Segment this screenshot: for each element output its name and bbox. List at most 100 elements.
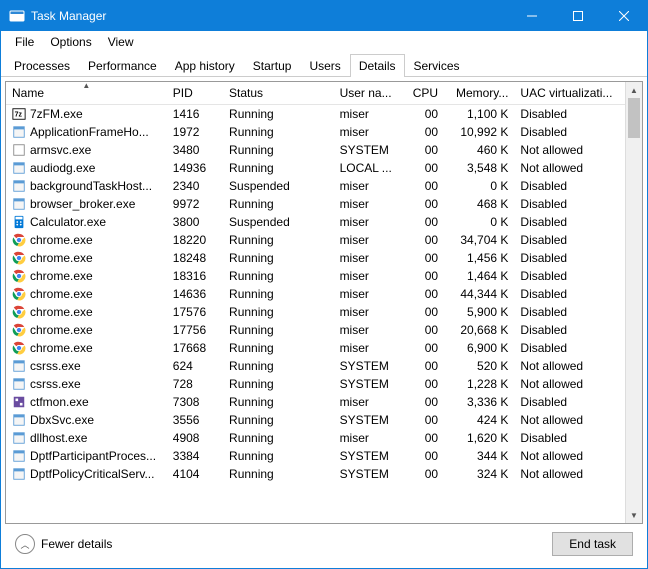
cell: SYSTEM xyxy=(334,357,404,375)
chevron-up-icon: ︿ xyxy=(15,534,35,554)
cell: Not allowed xyxy=(514,357,625,375)
cell: miser xyxy=(334,249,404,267)
end-task-button[interactable]: End task xyxy=(552,532,633,556)
table-row[interactable]: chrome.exe17576Runningmiser005,900 KDisa… xyxy=(6,303,625,321)
fewer-details-button[interactable]: ︿ Fewer details xyxy=(15,534,112,554)
tab-startup[interactable]: Startup xyxy=(244,54,301,77)
cell: 14636 xyxy=(167,285,223,303)
cell: Running xyxy=(223,411,334,429)
scroll-up-icon[interactable]: ▲ xyxy=(626,82,642,98)
column-header[interactable]: Memory... xyxy=(444,82,514,105)
cell: Not allowed xyxy=(514,159,625,177)
table-row[interactable]: 7z7zFM.exe1416Runningmiser001,100 KDisab… xyxy=(6,105,625,124)
table-row[interactable]: browser_broker.exe9972Runningmiser00468 … xyxy=(6,195,625,213)
cell: 44,344 K xyxy=(444,285,514,303)
table-row[interactable]: csrss.exe728RunningSYSTEM001,228 KNot al… xyxy=(6,375,625,393)
cell: Running xyxy=(223,303,334,321)
process-icon xyxy=(12,377,26,391)
cell: Suspended xyxy=(223,177,334,195)
table-row[interactable]: DptfParticipantProces...3384RunningSYSTE… xyxy=(6,447,625,465)
cell: 3800 xyxy=(167,213,223,231)
tab-services[interactable]: Services xyxy=(405,54,469,77)
process-icon xyxy=(12,413,26,427)
column-header[interactable]: PID xyxy=(167,82,223,105)
cell: Running xyxy=(223,159,334,177)
table-row[interactable]: Calculator.exe3800Suspendedmiser000 KDis… xyxy=(6,213,625,231)
process-icon xyxy=(12,287,26,301)
cell: Disabled xyxy=(514,231,625,249)
cell: Disabled xyxy=(514,177,625,195)
process-grid[interactable]: Name▲PIDStatusUser na...CPUMemory...UAC … xyxy=(6,82,625,523)
process-icon xyxy=(12,197,26,211)
cell: Disabled xyxy=(514,429,625,447)
cell: 728 xyxy=(167,375,223,393)
cell: Not allowed xyxy=(514,375,625,393)
cell: 00 xyxy=(404,357,444,375)
process-icon xyxy=(12,125,26,139)
cell: chrome.exe xyxy=(6,231,167,249)
cell: 5,900 K xyxy=(444,303,514,321)
process-icon xyxy=(12,431,26,445)
titlebar[interactable]: Task Manager xyxy=(1,1,647,31)
tab-users[interactable]: Users xyxy=(300,54,349,77)
tab-processes[interactable]: Processes xyxy=(5,54,79,77)
cell: 00 xyxy=(404,303,444,321)
column-header[interactable]: Status xyxy=(223,82,334,105)
table-row[interactable]: backgroundTaskHost...2340Suspendedmiser0… xyxy=(6,177,625,195)
column-header[interactable]: User na... xyxy=(334,82,404,105)
table-row[interactable]: chrome.exe17756Runningmiser0020,668 KDis… xyxy=(6,321,625,339)
cell: DptfPolicyCriticalServ... xyxy=(6,465,167,483)
cell: 00 xyxy=(404,195,444,213)
process-icon xyxy=(12,323,26,337)
column-header[interactable]: Name▲ xyxy=(6,82,167,105)
cell: 1,464 K xyxy=(444,267,514,285)
table-row[interactable]: chrome.exe14636Runningmiser0044,344 KDis… xyxy=(6,285,625,303)
cell: SYSTEM xyxy=(334,465,404,483)
table-row[interactable]: chrome.exe18248Runningmiser001,456 KDisa… xyxy=(6,249,625,267)
close-button[interactable] xyxy=(601,1,647,31)
cell: Running xyxy=(223,447,334,465)
table-row[interactable]: armsvc.exe3480RunningSYSTEM00460 KNot al… xyxy=(6,141,625,159)
vertical-scrollbar[interactable]: ▲ ▼ xyxy=(625,82,642,523)
table-row[interactable]: chrome.exe18316Runningmiser001,464 KDisa… xyxy=(6,267,625,285)
maximize-button[interactable] xyxy=(555,1,601,31)
cell: backgroundTaskHost... xyxy=(6,177,167,195)
cell: 344 K xyxy=(444,447,514,465)
cell: SYSTEM xyxy=(334,375,404,393)
tab-performance[interactable]: Performance xyxy=(79,54,166,77)
cell: 10,992 K xyxy=(444,123,514,141)
scroll-thumb[interactable] xyxy=(628,98,640,138)
table-row[interactable]: DbxSvc.exe3556RunningSYSTEM00424 KNot al… xyxy=(6,411,625,429)
table-row[interactable]: dllhost.exe4908Runningmiser001,620 KDisa… xyxy=(6,429,625,447)
cell: 18220 xyxy=(167,231,223,249)
cell: 7308 xyxy=(167,393,223,411)
cell: 34,704 K xyxy=(444,231,514,249)
table-row[interactable]: DptfPolicyCriticalServ...4104RunningSYST… xyxy=(6,465,625,483)
table-row[interactable]: chrome.exe17668Runningmiser006,900 KDisa… xyxy=(6,339,625,357)
cell: 17576 xyxy=(167,303,223,321)
column-header[interactable]: UAC virtualizati... xyxy=(514,82,625,105)
menu-view[interactable]: View xyxy=(100,33,142,51)
table-row[interactable]: csrss.exe624RunningSYSTEM00520 KNot allo… xyxy=(6,357,625,375)
cell: csrss.exe xyxy=(6,357,167,375)
table-row[interactable]: ApplicationFrameHo...1972Runningmiser001… xyxy=(6,123,625,141)
cell: chrome.exe xyxy=(6,249,167,267)
scroll-down-icon[interactable]: ▼ xyxy=(626,507,642,523)
column-header[interactable]: CPU xyxy=(404,82,444,105)
cell: 3556 xyxy=(167,411,223,429)
cell: Running xyxy=(223,249,334,267)
cell: Running xyxy=(223,231,334,249)
minimize-button[interactable] xyxy=(509,1,555,31)
table-row[interactable]: ctfmon.exe7308Runningmiser003,336 KDisab… xyxy=(6,393,625,411)
cell: 1416 xyxy=(167,105,223,124)
tab-details[interactable]: Details xyxy=(350,54,405,77)
table-row[interactable]: chrome.exe18220Runningmiser0034,704 KDis… xyxy=(6,231,625,249)
cell: miser xyxy=(334,213,404,231)
menu-file[interactable]: File xyxy=(7,33,42,51)
menu-options[interactable]: Options xyxy=(42,33,99,51)
cell: 624 xyxy=(167,357,223,375)
table-row[interactable]: audiodg.exe14936RunningLOCAL ...003,548 … xyxy=(6,159,625,177)
cell: 324 K xyxy=(444,465,514,483)
tab-app-history[interactable]: App history xyxy=(166,54,244,77)
cell: Running xyxy=(223,429,334,447)
